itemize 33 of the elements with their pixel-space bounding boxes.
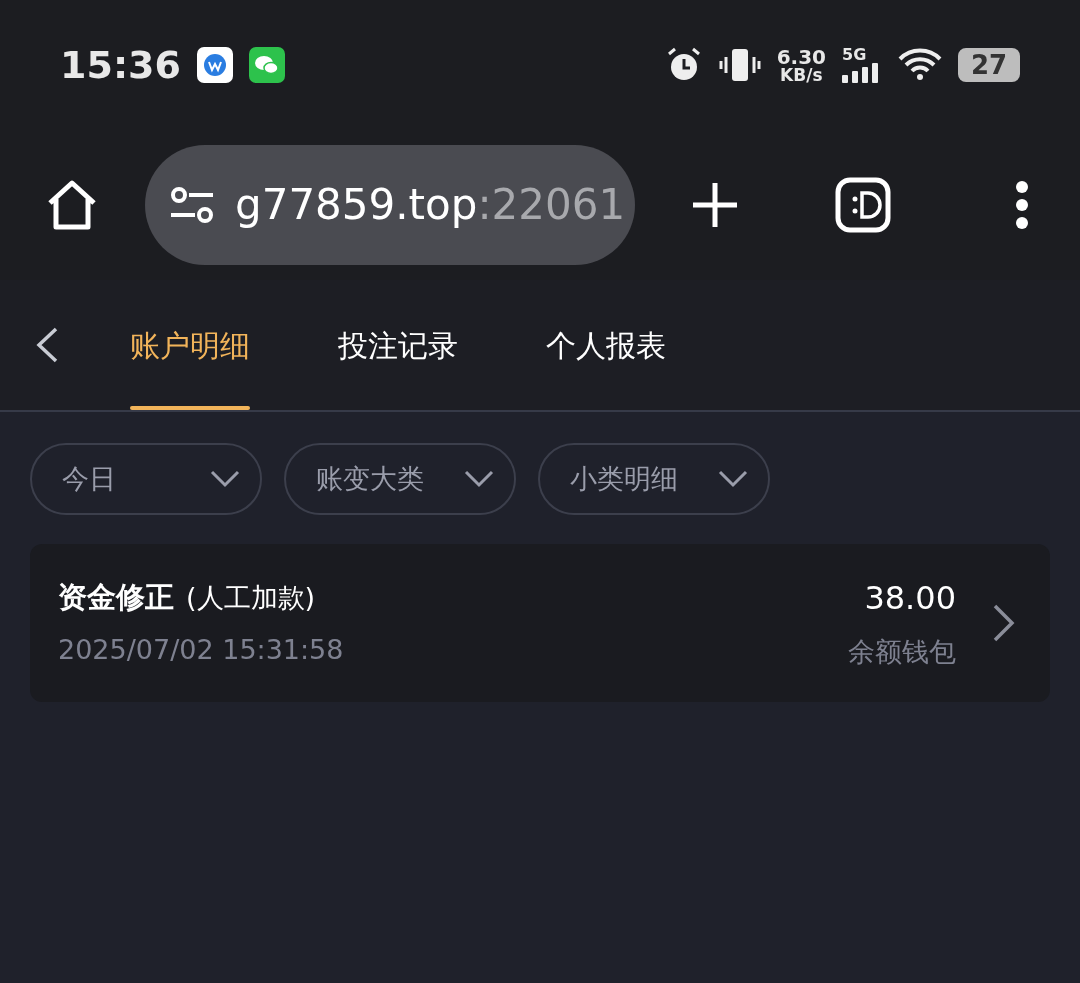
network-speed: 6.30 bbox=[776, 46, 826, 67]
tab[interactable]: 投注记录 bbox=[338, 280, 458, 410]
clock-time: 15:36 bbox=[60, 41, 181, 89]
speed-unit: KB/s bbox=[780, 66, 823, 84]
record-amount: 38.00 bbox=[864, 577, 956, 619]
extension-icon[interactable] bbox=[835, 177, 891, 233]
app-notification-icon bbox=[196, 47, 233, 83]
wallet-label: 余额钱包 bbox=[848, 634, 956, 669]
tab[interactable]: 个人报表 bbox=[546, 280, 666, 410]
back-icon[interactable] bbox=[34, 326, 60, 364]
network-type: 5G bbox=[842, 47, 868, 63]
url-host: g77859.top bbox=[235, 184, 478, 226]
battery-indicator: 27 bbox=[958, 48, 1020, 82]
filter-dropdown[interactable]: 今日 bbox=[30, 443, 262, 515]
vibrate-icon bbox=[718, 47, 761, 83]
chevron-down-icon bbox=[464, 470, 494, 488]
chevron-right-icon bbox=[992, 603, 1016, 643]
chevron-down-icon bbox=[210, 470, 240, 488]
record-card[interactable]: 资金修正 (人工加款) 2025/07/02 15:31:58 38.00 余额钱包 bbox=[30, 544, 1050, 702]
wifi-icon bbox=[898, 47, 942, 83]
filter-dropdown[interactable]: 账变大类 bbox=[284, 443, 516, 515]
chat-app-icon bbox=[248, 47, 285, 83]
record-subtitle: (人工加款) bbox=[186, 581, 316, 615]
address-bar[interactable]: g77859.top:22061 bbox=[145, 145, 635, 265]
tab[interactable]: 账户明细 bbox=[130, 280, 250, 410]
record-title: 资金修正 bbox=[58, 579, 174, 616]
chevron-down-icon bbox=[718, 470, 748, 488]
filter-dropdown[interactable]: 小类明细 bbox=[538, 443, 770, 515]
plus-icon[interactable] bbox=[690, 180, 740, 230]
more-menu-icon[interactable] bbox=[1014, 180, 1030, 230]
record-time: 2025/07/02 15:31:58 bbox=[58, 632, 344, 667]
site-settings-icon[interactable] bbox=[169, 185, 215, 225]
url-port: :22061 bbox=[477, 184, 626, 226]
